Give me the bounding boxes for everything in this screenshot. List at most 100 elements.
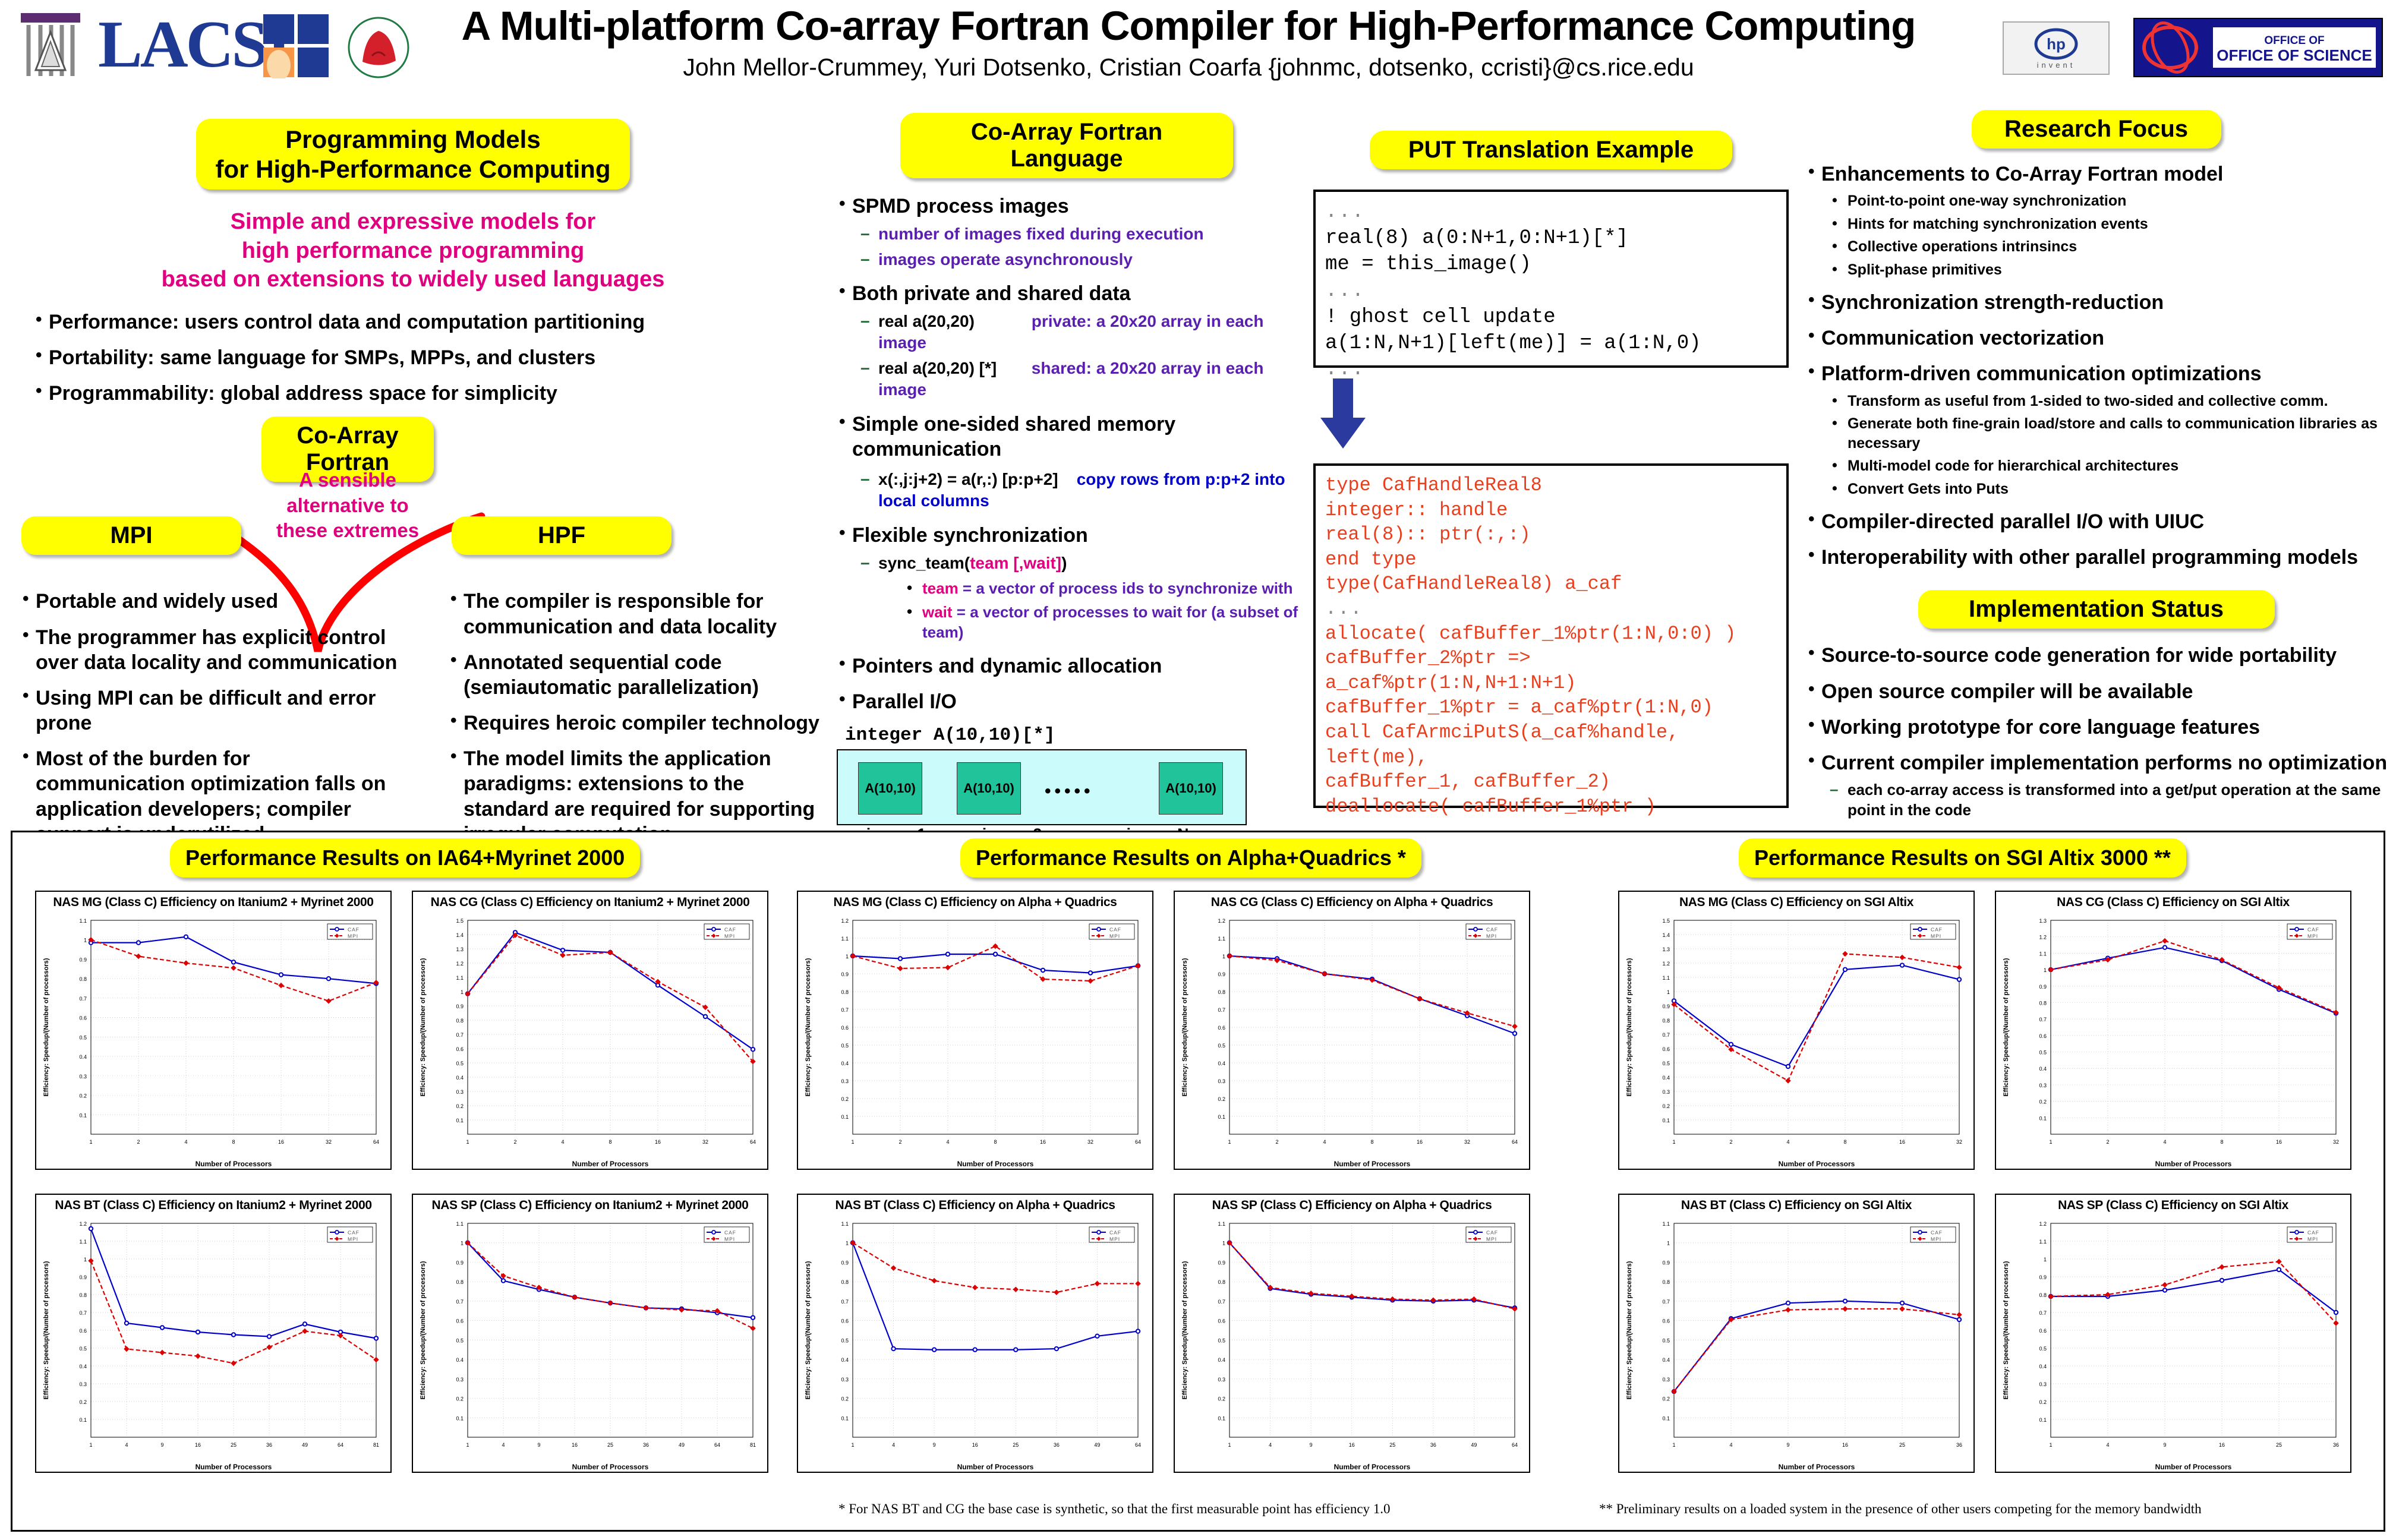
programming-models-section: Programming Models for High-Performance …: [12, 119, 819, 845]
svg-text:1: 1: [89, 1442, 92, 1448]
svg-text:Number of Processors: Number of Processors: [1779, 1160, 1855, 1168]
list-item: Current compiler implementation performs…: [1804, 749, 2389, 821]
mpi-hpf-comparison: Co-Array Fortran A sensible alternative …: [12, 416, 819, 845]
svg-text:0.1: 0.1: [1218, 1114, 1225, 1120]
list-item: Enhancements to Co-Array Fortran model P…: [1804, 160, 2389, 280]
svg-text:4: 4: [502, 1442, 505, 1448]
svg-text:0.6: 0.6: [79, 1328, 87, 1334]
svg-text:1: 1: [1672, 1139, 1675, 1145]
research-implementation-section: Research Focus Enhancements to Co-Array …: [1804, 110, 2389, 952]
svg-text:0.3: 0.3: [1662, 1377, 1670, 1383]
bullet-text: Platform-driven communication optimizati…: [1821, 362, 2262, 386]
svg-text:0.1: 0.1: [79, 1417, 87, 1423]
svg-text:4: 4: [1269, 1442, 1272, 1448]
svg-text:0.1: 0.1: [1662, 1118, 1670, 1124]
results-banner-ia64: Performance Results on IA64+Myrinet 2000: [170, 838, 641, 878]
svg-text:1.2: 1.2: [2039, 935, 2047, 941]
svg-text:Number of Processors: Number of Processors: [957, 1160, 1034, 1168]
svg-text:0.5: 0.5: [841, 1337, 849, 1343]
svg-text:9: 9: [1310, 1442, 1313, 1448]
chart-card: NAS BT (Class C) Efficiency on Itanium2 …: [35, 1194, 392, 1473]
svg-text:64: 64: [1512, 1139, 1518, 1145]
svg-text:0.8: 0.8: [1662, 1279, 1670, 1285]
code-arg: team [,wait]: [970, 553, 1062, 572]
svg-text:0.7: 0.7: [456, 1032, 464, 1038]
svg-text:1.5: 1.5: [456, 918, 464, 924]
svg-text:MPI: MPI: [348, 933, 358, 939]
chart-card: NAS CG (Class C) Efficiency on Alpha + Q…: [1174, 891, 1530, 1170]
desc-text: = a vector of processes to wait for (a s…: [922, 603, 1298, 641]
svg-text:0.8: 0.8: [1218, 1279, 1225, 1285]
svg-text:36: 36: [2333, 1442, 2339, 1448]
svg-text:1: 1: [1228, 1139, 1231, 1145]
list-item: Working prototype for core language feat…: [1804, 714, 2389, 740]
svg-text:0.3: 0.3: [456, 1089, 464, 1095]
svg-text:0.5: 0.5: [841, 1043, 849, 1049]
list-item: Open source compiler will be available: [1804, 678, 2389, 704]
svg-text:25: 25: [2276, 1442, 2282, 1448]
svg-text:Efficiency: Speedup/(Number of: Efficiency: Speedup/(Number of processor…: [1181, 1261, 1188, 1399]
svg-text:1: 1: [466, 1442, 469, 1448]
list-item: Compiler-directed parallel I/O with UIUC: [1804, 508, 2389, 534]
svg-text:1.3: 1.3: [456, 946, 464, 952]
svg-text:0.9: 0.9: [79, 1274, 87, 1280]
svg-text:1.1: 1.1: [1662, 975, 1670, 981]
svg-text:49: 49: [679, 1442, 685, 1448]
svg-text:1: 1: [2049, 1139, 2052, 1145]
svg-text:25: 25: [1899, 1442, 1905, 1448]
svg-text:0.7: 0.7: [1662, 1299, 1670, 1305]
svg-text:0.8: 0.8: [1218, 989, 1225, 995]
svg-text:1.1: 1.1: [456, 975, 464, 981]
svg-text:4: 4: [1729, 1442, 1732, 1448]
svg-text:4: 4: [184, 1139, 187, 1145]
chart-title: NAS CG (Class C) Efficiency on SGI Altix: [2057, 895, 2290, 909]
svg-text:1.3: 1.3: [2039, 918, 2047, 924]
chart-plot: 0.10.20.30.40.50.60.70.80.911.11 4 9 16 25 36…: [805, 1221, 1141, 1471]
list-item: Interoperability with other parallel pro…: [1804, 544, 2389, 570]
source-code-box: ... real(8) a(0:N+1,0:N+1)[*] me = this_…: [1313, 190, 1789, 381]
svg-text:0.2: 0.2: [841, 1396, 849, 1402]
svg-text:0.5: 0.5: [1218, 1337, 1225, 1343]
svg-text:0.7: 0.7: [1218, 1007, 1225, 1013]
svg-text:0.3: 0.3: [2039, 1083, 2047, 1088]
svg-text:0.7: 0.7: [2039, 1310, 2047, 1316]
chart-plot: 0.1 0.2 0.3 0.4 0.5 0.6 0.7 0.8 0.9 1 1.1 1.2 1.3 1.4…: [1626, 918, 1962, 1168]
svg-text:0.9: 0.9: [841, 971, 849, 977]
svg-text:1: 1: [1667, 1241, 1670, 1246]
author-line: John Mellor-Crummey, Yuri Dotsenko, Cris…: [683, 53, 1694, 81]
svg-text:0.5: 0.5: [2039, 1050, 2047, 1056]
svg-text:16: 16: [972, 1442, 978, 1448]
svg-text:1: 1: [2049, 1442, 2052, 1448]
key-text: wait: [922, 603, 953, 621]
code-close: ): [1061, 553, 1067, 572]
svg-text:9: 9: [2163, 1442, 2166, 1448]
svg-text:CAF: CAF: [724, 1230, 736, 1236]
generated-code-box: type CafHandleReal8 integer:: handle rea…: [1313, 463, 1789, 842]
svg-text:OFFICE OF SCIENCE: OFFICE OF SCIENCE: [2217, 46, 2372, 64]
svg-text:32: 32: [326, 1139, 332, 1145]
svg-text:0.6: 0.6: [1662, 1046, 1670, 1052]
svg-text:0.5: 0.5: [1662, 1061, 1670, 1066]
svg-text:81: 81: [373, 1442, 379, 1448]
svg-text:1: 1: [1672, 1442, 1675, 1448]
svg-text:Efficiency: Speedup/(Number of: Efficiency: Speedup/(Number of processor…: [1181, 958, 1188, 1096]
svg-text:0.4: 0.4: [1218, 1357, 1225, 1363]
svg-text:CAF: CAF: [348, 927, 360, 933]
chart-plot: 0.10.20.30.40.50.60.70.80.911.11 4 9 16 25 36…: [1626, 1221, 1962, 1471]
svg-text:8: 8: [1370, 1139, 1373, 1145]
svg-text:1: 1: [84, 1257, 87, 1263]
svg-text:4: 4: [1323, 1139, 1326, 1145]
list-item: Split-phase primitives: [1821, 260, 2389, 280]
svg-text:4: 4: [2106, 1442, 2109, 1448]
svg-text:1.2: 1.2: [2039, 1221, 2047, 1227]
code-line: ...: [1325, 358, 1366, 381]
svg-text:1.1: 1.1: [1662, 1221, 1670, 1227]
code-line: type(CafHandleReal8) a_caf: [1325, 573, 1622, 595]
chart-card: NAS BT (Class C) Efficiency on SGI Altix…: [1618, 1194, 1975, 1473]
svg-text:CAF: CAF: [1109, 927, 1121, 933]
svg-text:0.3: 0.3: [1218, 1078, 1225, 1084]
svg-text:0.9: 0.9: [2039, 1274, 2047, 1280]
svg-text:Number of Processors: Number of Processors: [1334, 1463, 1411, 1471]
svg-text:MPI: MPI: [1931, 933, 1941, 939]
chart-card: NAS CG (Class C) Efficiency on Itanium2 …: [412, 891, 768, 1170]
